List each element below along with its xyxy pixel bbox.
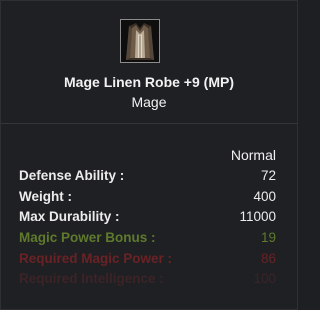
stat-value: 86 xyxy=(260,250,276,266)
stat-row-weight: Weight : 400 xyxy=(19,186,276,206)
stat-row-defense: Defense Ability : 72 xyxy=(19,165,276,185)
stat-row-durability: Max Durability : 11000 xyxy=(19,206,276,226)
stat-label: Max Durability : xyxy=(19,208,120,224)
stat-label: Magic Power Bonus : xyxy=(19,229,156,245)
stat-label: Weight : xyxy=(19,188,72,204)
stat-value: 19 xyxy=(260,229,276,245)
stat-value: 72 xyxy=(260,167,276,183)
stat-label: Defense Ability : xyxy=(19,167,125,183)
tooltip-header: Mage Linen Robe +9 (MP) Mage xyxy=(1,1,297,124)
stat-value: 11000 xyxy=(239,208,276,224)
stat-row-magic-bonus: Magic Power Bonus : 19 xyxy=(19,227,276,247)
stat-value: 100 xyxy=(253,270,276,286)
linen-robe-icon xyxy=(120,19,160,63)
item-name: Mage Linen Robe +9 (MP) xyxy=(64,74,234,90)
stat-row-required-magic: Required Magic Power : 86 xyxy=(19,248,276,268)
stat-label: Required Intelligence : xyxy=(19,270,164,286)
stat-label: Required Magic Power : xyxy=(19,250,173,266)
item-tooltip: Mage Linen Robe +9 (MP) Mage Normal Defe… xyxy=(0,0,298,310)
item-grade: Normal xyxy=(230,147,276,163)
stat-row-required-intelligence: Required Intelligence : 100 xyxy=(19,268,276,288)
item-class: Mage xyxy=(131,94,167,110)
stat-value: 400 xyxy=(253,188,276,204)
